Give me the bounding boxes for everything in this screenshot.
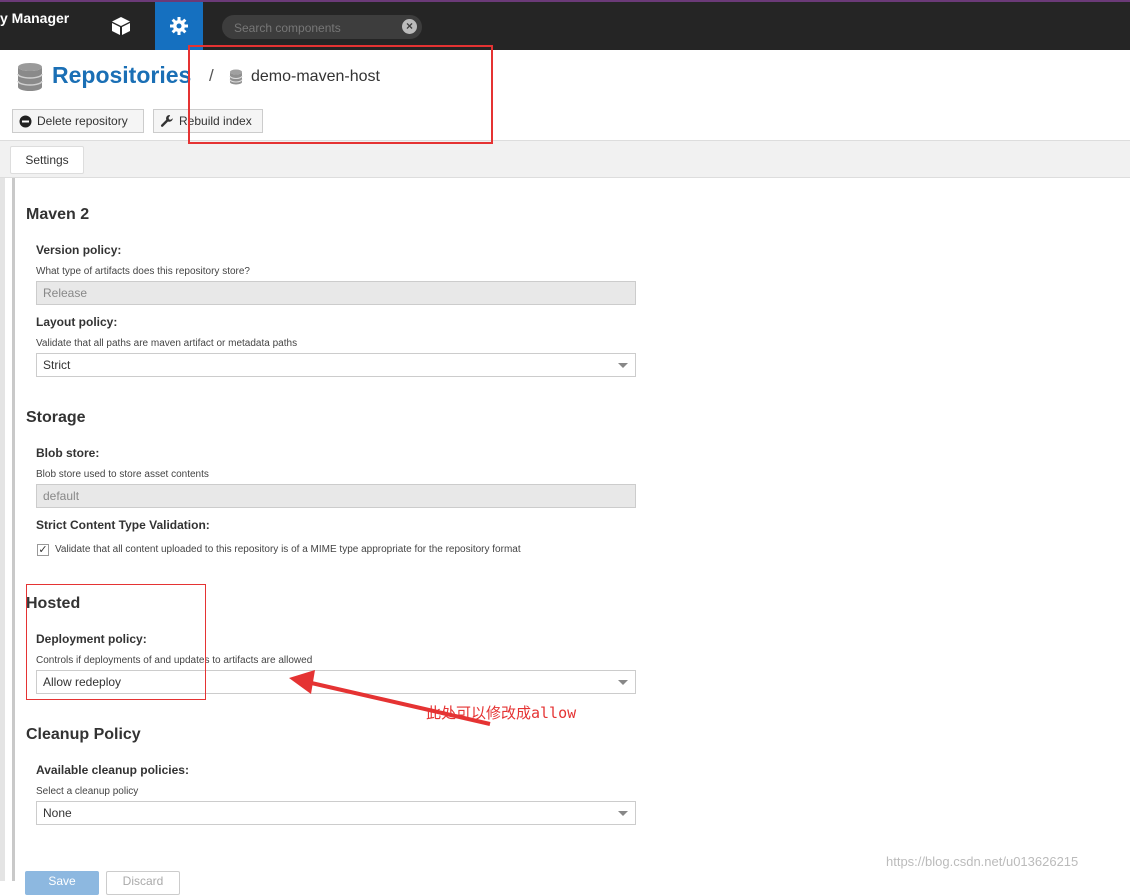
- chevron-down-icon[interactable]: [618, 811, 628, 816]
- search-box: ×: [222, 15, 422, 39]
- administration-nav-button[interactable]: [155, 2, 203, 50]
- layout-policy-help: Validate that all paths are maven artifa…: [36, 338, 298, 349]
- version-policy-label: Version policy:: [36, 243, 122, 257]
- tab-strip: Settings: [0, 140, 1130, 178]
- search-input[interactable]: [232, 17, 396, 39]
- layout-policy-value: Strict: [43, 358, 71, 372]
- page-title-repositories[interactable]: Repositories: [52, 62, 191, 89]
- database-icon: [17, 63, 43, 91]
- cleanup-policy-value: None: [43, 806, 72, 820]
- browse-nav-button[interactable]: [97, 2, 145, 50]
- top-nav-bar: y Manager ×: [0, 0, 1130, 50]
- brand-title: y Manager: [0, 10, 70, 26]
- cleanup-policies-label: Available cleanup policies:: [36, 763, 189, 777]
- discard-button[interactable]: Discard: [106, 871, 180, 895]
- strict-validation-checkbox-label: Validate that all content uploaded to th…: [55, 544, 521, 555]
- delete-repository-label: Delete repository: [37, 114, 128, 128]
- strict-validation-checkbox[interactable]: ✓: [37, 544, 49, 556]
- blob-store-label: Blob store:: [36, 446, 100, 460]
- watermark-text: https://blog.csdn.net/u013626215: [886, 854, 1079, 869]
- chevron-down-icon[interactable]: [618, 363, 628, 368]
- layout-policy-label: Layout policy:: [36, 315, 118, 329]
- blob-store-value: default: [43, 489, 80, 503]
- cleanup-policies-help: Select a cleanup policy: [36, 786, 139, 797]
- cleanup-policy-select[interactable]: None: [36, 801, 636, 825]
- chevron-down-icon[interactable]: [618, 680, 628, 685]
- version-policy-help: What type of artifacts does this reposit…: [36, 266, 250, 277]
- minus-circle-icon: [19, 115, 32, 127]
- annotation-text: 此处可以修改成allow: [426, 704, 577, 722]
- form-left-border: [12, 178, 15, 881]
- section-title-maven: Maven 2: [26, 206, 90, 223]
- blob-store-field: default: [36, 484, 636, 508]
- strict-validation-label: Strict Content Type Validation:: [36, 518, 210, 532]
- layout-policy-select[interactable]: Strict: [36, 353, 636, 377]
- blob-store-help: Blob store used to store asset contents: [36, 469, 209, 480]
- wrench-icon: [160, 115, 173, 127]
- gear-icon: [170, 17, 188, 35]
- save-button[interactable]: Save: [25, 871, 99, 895]
- annotation-box-hosted: [26, 584, 206, 700]
- checkmark-icon: ✓: [38, 544, 48, 556]
- section-title-storage: Storage: [26, 409, 86, 426]
- tab-settings[interactable]: Settings: [10, 146, 84, 174]
- section-title-cleanup: Cleanup Policy: [26, 726, 141, 743]
- delete-repository-button[interactable]: Delete repository: [12, 109, 144, 133]
- annotation-box-header: [188, 45, 493, 144]
- version-policy-value: Release: [43, 286, 88, 300]
- version-policy-field: Release: [36, 281, 636, 305]
- cube-icon: [112, 17, 130, 35]
- clear-search-icon[interactable]: ×: [402, 19, 417, 34]
